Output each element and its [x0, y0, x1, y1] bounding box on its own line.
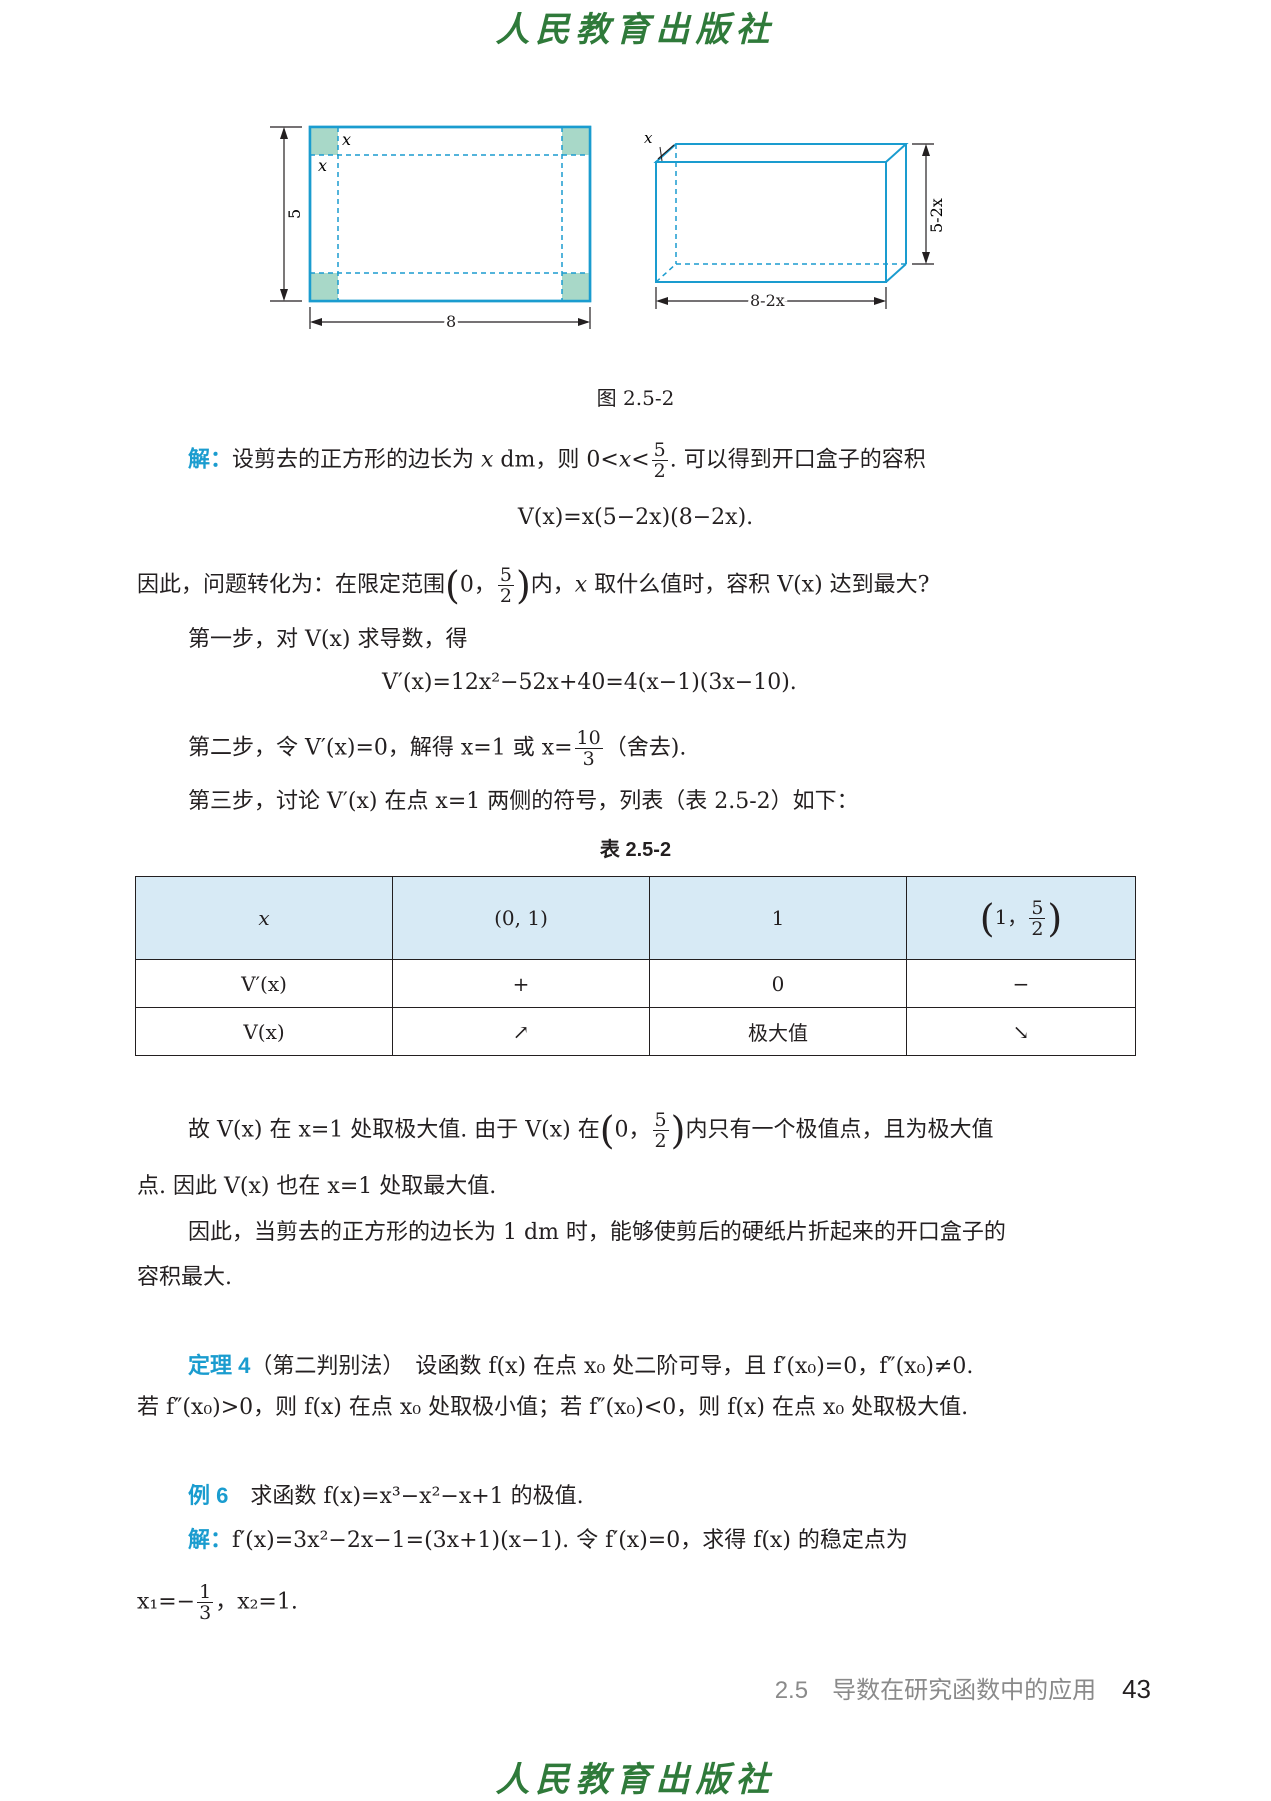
example-solution-label: 解： — [188, 1527, 233, 1552]
label-height-5: 5 — [285, 209, 304, 219]
solution-line-1: 解：设剪去的正方形的边长为 x dm，则 0<x< 5 2. 可以得到开口盒子的容积 — [188, 439, 926, 482]
conclusion-line-3: 因此，当剪去的正方形的边长为 1 dm 时，能够使剪后的硬纸片折起来的开口盒子的 — [188, 1220, 1006, 1245]
table-cell: 极大值 — [649, 1007, 907, 1056]
fraction-5-2: 52 — [651, 439, 668, 482]
label-width-8-2x: 8-2x — [750, 291, 785, 310]
table-cell: (1， 5 2) — [906, 876, 1136, 960]
example-label: 例 6 — [188, 1483, 229, 1508]
table-cell: (0, 1) — [392, 876, 650, 960]
table-cell: x — [135, 876, 393, 960]
table-cell: − — [906, 959, 1136, 1008]
step-3: 第三步，讨论 V′(x) 在点 x=1 两侧的符号，列表（表 2.5-2）如下： — [188, 789, 859, 814]
fraction-1-3: 13 — [197, 1581, 214, 1624]
table-cell: V(x) — [135, 1007, 393, 1056]
table-cell: V′(x) — [135, 959, 393, 1008]
label-x-top: x — [342, 130, 351, 149]
sign-table: x (0, 1) 1 (1， 5 2) V′(x) + 0 − V(x) ↗ 极大值… — [135, 876, 1136, 1056]
step-1: 第一步，对 V(x) 求导数，得 — [188, 627, 468, 652]
conclusion-line-1: 故 V(x) 在 x=1 处取极大值. 由于 V(x) 在(0， 5 2)内只有一个… — [188, 1108, 994, 1153]
page-number: 43 — [1122, 1674, 1151, 1704]
fraction-5-2-c: 52 — [652, 1109, 669, 1152]
theorem-line-2: 若 f″(x₀)>0，则 f(x) 在点 x₀ 处取极小值；若 f″(x₀)<0… — [137, 1395, 969, 1420]
example-solution-line: 解：f′(x)=3x²−2x−1=(3x+1)(x−1). 令 f′(x)=0，… — [188, 1527, 908, 1553]
conclusion-line-2: 点. 因此 V(x) 也在 x=1 处取最大值. — [137, 1174, 497, 1199]
table-row: V′(x) + 0 − — [135, 959, 1136, 1008]
publisher-logo-top: 人民教育出版社 — [495, 10, 776, 50]
fraction-5-2-b: 52 — [497, 564, 514, 607]
table-cell: 0 — [649, 959, 907, 1008]
derivative-formula: V′(x)=12x²−52x+40=4(x−1)(3x−10). — [382, 670, 797, 695]
fraction-10-3: 10 3 — [574, 727, 603, 770]
label-x-side: x — [318, 156, 327, 175]
table-header-row: x (0, 1) 1 (1， 5 2) — [135, 876, 1136, 960]
solution-label: 解： — [188, 446, 233, 472]
label-width-8: 8 — [446, 312, 456, 331]
figure-caption: 图 2.5-2 — [596, 386, 675, 410]
label-x-box: x — [644, 129, 653, 147]
example-stationary-points: x₁=− 1 3 ，x₂=1. — [137, 1581, 298, 1624]
open-box-diagram — [653, 143, 934, 309]
theorem-label: 定理 4 — [188, 1353, 251, 1378]
page-footer: 2.5 导数在研究函数中的应用 43 — [775, 1670, 1151, 1705]
section-title: 2.5 导数在研究函数中的应用 — [774, 1677, 1097, 1704]
volume-formula: V(x)=x(5−2x)(8−2x). — [517, 505, 754, 530]
publisher-logo-bottom: 人民教育出版社 — [495, 1760, 776, 1800]
table-caption: 表 2.5-2 — [599, 839, 672, 861]
theorem-line-1: 定理 4（第二判别法） 设函数 f(x) 在点 x₀ 处二阶可导，且 f′(x₀… — [188, 1353, 974, 1379]
table-cell: 1 — [649, 876, 907, 960]
problem-statement: 因此，问题转化为：在限定范围(0， 5 2)内，x 取什么值时，容积 V(x) 达到… — [137, 563, 930, 608]
table-cell: ↗ — [392, 1007, 650, 1056]
box-figure: x x 5 8 x 5-2x 8-2x — [270, 125, 946, 334]
table-cell: ↘ — [906, 1007, 1136, 1056]
conclusion-line-4: 容积最大. — [137, 1265, 232, 1290]
table-row: V(x) ↗ 极大值 ↘ — [135, 1007, 1136, 1056]
label-height-5-2x: 5-2x — [927, 198, 946, 233]
example-line: 例 6 求函数 f(x)=x³−x²−x+1 的极值. — [188, 1483, 584, 1509]
step-2: 第二步，令 V′(x)=0，解得 x=1 或 x= 10 3 （舍去). — [188, 727, 687, 770]
table-cell: + — [392, 959, 650, 1008]
